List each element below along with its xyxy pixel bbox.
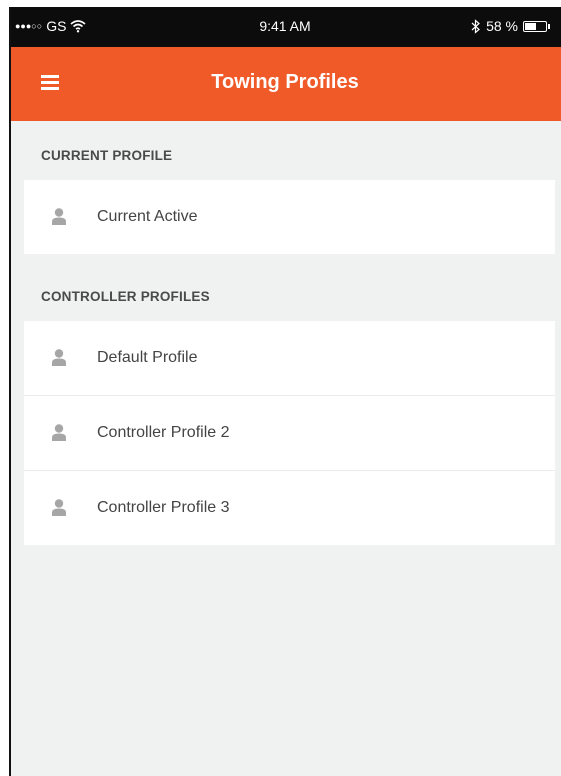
profile-label: Default Profile: [97, 349, 198, 366]
user-icon: [52, 208, 66, 225]
profile-item-controller-3[interactable]: Controller Profile 3: [24, 470, 555, 545]
current-profile-list: Current Active: [24, 180, 555, 254]
status-right: 58 %: [471, 18, 550, 34]
battery-fill: [525, 22, 536, 30]
user-icon: [52, 349, 66, 366]
battery-icon: [523, 20, 550, 32]
app-screen: ●●●○○ GS 9:41 AM 58 % Towing Profiles CU…: [9, 7, 561, 776]
nav-bar: Towing Profiles: [9, 47, 561, 121]
battery-nub: [548, 23, 550, 29]
status-bar: ●●●○○ GS 9:41 AM 58 %: [9, 7, 561, 47]
user-icon: [52, 499, 66, 516]
battery-percent: 58 %: [486, 18, 518, 34]
device-edge: [9, 7, 11, 776]
profile-label: Controller Profile 3: [97, 499, 230, 516]
user-icon: [52, 424, 66, 441]
profile-item-current-active[interactable]: Current Active: [24, 180, 555, 254]
profile-item-default[interactable]: Default Profile: [24, 321, 555, 395]
section-header-current: CURRENT PROFILE: [41, 148, 173, 163]
profile-label: Current Active: [97, 208, 198, 225]
page-title: Towing Profiles: [211, 71, 359, 93]
section-header-controller: CONTROLLER PROFILES: [41, 289, 210, 304]
bluetooth-icon: [471, 18, 481, 34]
profile-item-controller-2[interactable]: Controller Profile 2: [24, 395, 555, 470]
profile-label: Controller Profile 2: [97, 424, 230, 441]
controller-profile-list: Default Profile Controller Profile 2 Con…: [24, 321, 555, 545]
